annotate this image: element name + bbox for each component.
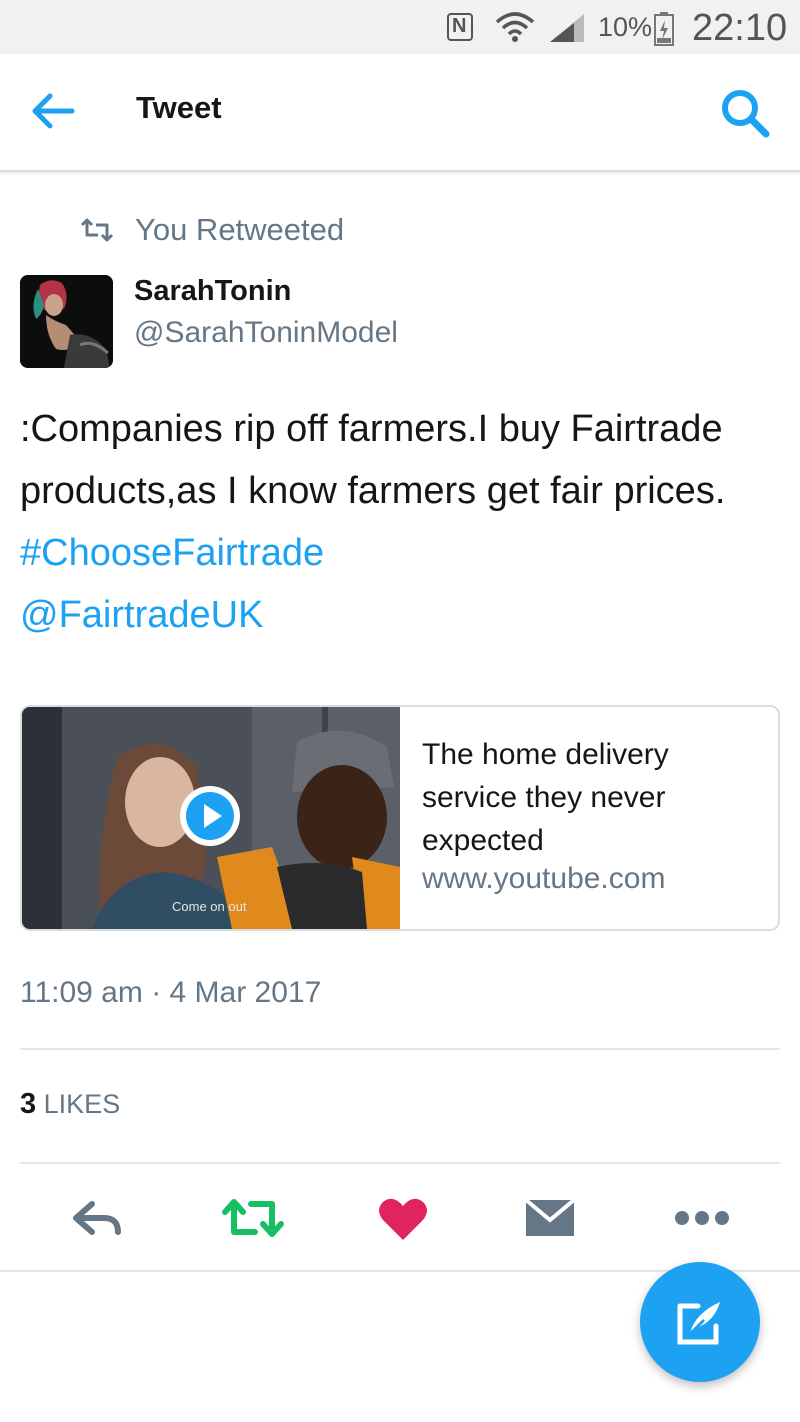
card-title: The home delivery service they never exp… xyxy=(422,738,669,857)
clock: 22:10 xyxy=(692,7,788,49)
tweet-timestamp: 11:09 am · 4 Mar 2017 xyxy=(20,976,322,1009)
likes-label: LIKES xyxy=(43,1089,121,1119)
hashtag-link[interactable]: #ChooseFairtrade xyxy=(20,532,324,574)
play-icon[interactable] xyxy=(177,783,243,849)
card-url: www.youtube.com xyxy=(422,862,666,895)
reply-button[interactable] xyxy=(68,1188,128,1248)
likes-number: 3 xyxy=(20,1088,37,1120)
avatar[interactable] xyxy=(20,275,113,368)
compose-icon xyxy=(677,1302,720,1345)
thumbnail-caption: Come on out xyxy=(172,899,247,914)
direct-message-button[interactable] xyxy=(520,1188,580,1248)
search-button[interactable] xyxy=(718,86,774,142)
tweet-body: :Companies rip off farmers.I buy Fairtra… xyxy=(20,408,726,512)
battery-percent: 10% xyxy=(598,12,653,42)
author-name[interactable]: SarahTonin xyxy=(134,275,291,308)
likes-count[interactable]: 3 LIKES xyxy=(20,1088,120,1121)
retweet-icon xyxy=(222,1199,284,1237)
author-handle[interactable]: @SarahToninModel xyxy=(134,316,398,350)
top-app-bar: Tweet xyxy=(0,54,800,172)
like-button[interactable] xyxy=(373,1188,433,1248)
heart-icon xyxy=(379,1198,427,1240)
link-card[interactable]: Come on out The home delivery service th… xyxy=(20,705,780,931)
search-icon xyxy=(722,90,770,138)
more-button[interactable] xyxy=(672,1188,732,1248)
tweet-text: :Companies rip off farmers.I buy Fairtra… xyxy=(20,398,790,646)
back-button[interactable] xyxy=(28,90,76,132)
envelope-icon xyxy=(524,1198,576,1236)
mention-link[interactable]: @FairtradeUK xyxy=(20,594,263,636)
divider xyxy=(20,1048,780,1050)
more-icon xyxy=(675,1211,729,1225)
arrow-left-icon xyxy=(32,93,75,129)
battery-icon xyxy=(654,12,674,46)
retweet-label: You Retweeted xyxy=(135,212,345,247)
wifi-icon xyxy=(495,12,535,42)
divider xyxy=(20,1162,780,1164)
compose-button[interactable] xyxy=(640,1262,760,1382)
nfc-icon: N xyxy=(447,13,473,41)
reply-icon xyxy=(73,1201,121,1235)
page-title: Tweet xyxy=(136,90,222,125)
signal-icon xyxy=(550,14,584,42)
retweet-icon xyxy=(80,218,114,242)
avatar-image xyxy=(20,275,113,368)
video-thumbnail[interactable]: Come on out xyxy=(22,707,400,929)
status-bar: N 10% 22:10 xyxy=(0,0,800,54)
retweet-button[interactable] xyxy=(221,1188,284,1248)
